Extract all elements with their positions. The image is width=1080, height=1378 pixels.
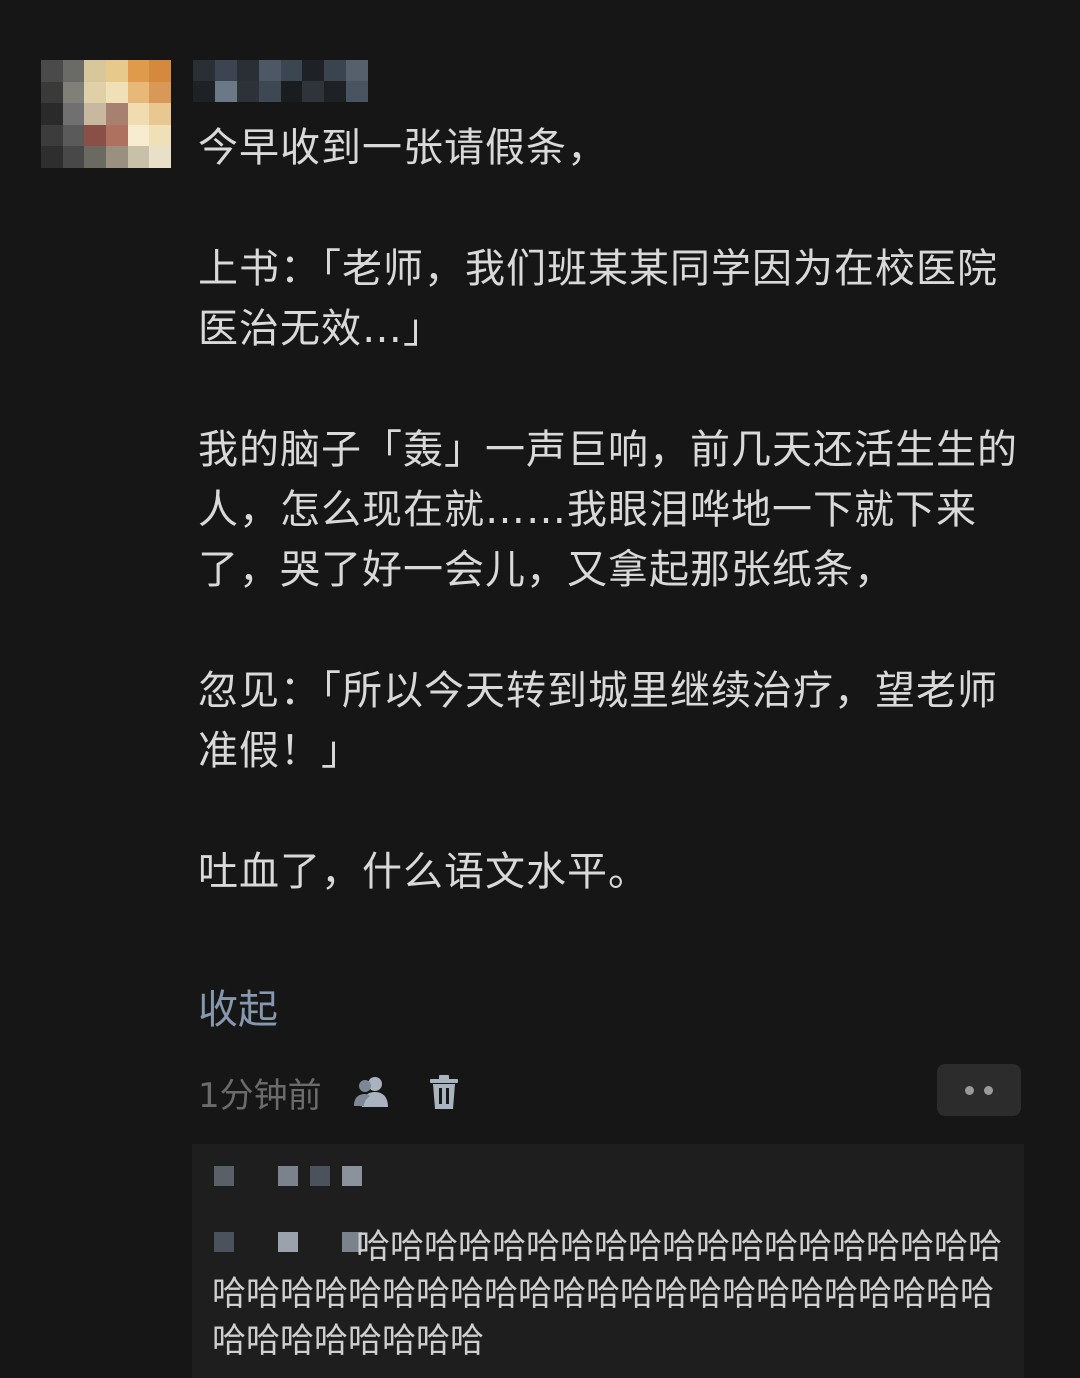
more-options-icon[interactable] xyxy=(937,1064,1021,1116)
username-pixel xyxy=(280,81,303,102)
avatar-pixel xyxy=(149,103,171,125)
timestamp: 1分钟前 xyxy=(198,1075,322,1116)
avatar-pixel xyxy=(62,81,85,104)
avatar-pixel xyxy=(84,146,106,168)
username-pixel xyxy=(236,60,259,81)
avatar-pixel xyxy=(105,103,128,125)
avatar-pixel xyxy=(127,60,150,82)
avatar-pixel xyxy=(105,81,128,104)
avatar-pixel xyxy=(62,103,85,125)
avatar-pixel xyxy=(84,124,106,147)
name-pixel xyxy=(310,1166,330,1186)
avatar-pixel xyxy=(105,60,128,82)
avatar-pixel xyxy=(62,124,85,147)
username-pixel xyxy=(324,81,347,102)
comment-author-name[interactable] xyxy=(214,1166,362,1186)
avatar-pixel xyxy=(127,103,150,125)
avatar[interactable] xyxy=(41,60,171,168)
dot xyxy=(965,1085,974,1095)
avatar-pixel xyxy=(41,124,63,147)
avatar-pixel xyxy=(105,146,128,168)
avatar-pixel xyxy=(127,124,150,147)
post-paragraph: 今早收到一张请假条， xyxy=(198,125,608,171)
username-pixel xyxy=(214,60,237,81)
username-pixel xyxy=(193,60,215,81)
avatar-pixel xyxy=(149,60,171,82)
avatar-pixel xyxy=(62,60,85,82)
avatar-pixel xyxy=(41,60,63,82)
avatar-pixel xyxy=(149,124,171,147)
comment-text: 哈哈哈哈哈哈哈哈哈哈哈哈哈哈哈哈哈哈哈哈哈哈哈哈哈哈哈哈哈哈哈哈哈哈哈哈哈哈哈哈… xyxy=(212,1227,1002,1361)
post-paragraph: 吐血了，什么语文水平。 xyxy=(198,849,649,895)
post-paragraph: 我的脑子「轰」一声巨响，前几天还活生生的人，怎么现在就……我眼泪哗地一下就下来了… xyxy=(198,427,1018,593)
username[interactable] xyxy=(193,60,368,102)
avatar-pixel xyxy=(84,60,106,82)
avatar-pixel xyxy=(127,146,150,168)
post-paragraph: 上书：「老师，我们班某某同学因为在校医院医治无效…」 xyxy=(198,246,998,352)
username-pixel xyxy=(302,60,325,81)
avatar-pixel xyxy=(62,146,85,168)
trash-icon[interactable] xyxy=(422,1070,466,1114)
avatar-pixel xyxy=(41,81,63,104)
username-pixel xyxy=(193,81,215,102)
friends-visibility-icon[interactable] xyxy=(350,1070,394,1114)
username-pixel xyxy=(214,81,237,102)
avatar-pixel xyxy=(127,81,150,104)
avatar-pixel xyxy=(84,103,106,125)
name-pixel xyxy=(214,1166,234,1186)
username-pixel xyxy=(302,81,325,102)
collapse-link[interactable]: 收起 xyxy=(198,982,278,1038)
dot xyxy=(984,1085,993,1095)
avatar-pixel xyxy=(105,124,128,147)
username-pixel xyxy=(324,60,347,81)
username-pixel xyxy=(236,81,259,102)
avatar-pixel xyxy=(41,103,63,125)
post-paragraph: 忽见：「所以今天转到城里继续治疗，望老师准假！」 xyxy=(198,668,998,774)
username-pixel xyxy=(346,60,368,81)
username-pixel xyxy=(280,60,303,81)
comment-section: 哈哈哈哈哈哈哈哈哈哈哈哈哈哈哈哈哈哈哈哈哈哈哈哈哈哈哈哈哈哈哈哈哈哈哈哈哈哈哈哈… xyxy=(192,1144,1024,1378)
username-pixel xyxy=(258,60,281,81)
post-meta: 1分钟前 xyxy=(198,1066,466,1118)
avatar-pixel xyxy=(84,81,106,104)
username-pixel xyxy=(258,81,281,102)
username-pixel xyxy=(346,81,368,102)
avatar-pixel xyxy=(149,81,171,104)
name-pixel xyxy=(246,1166,266,1186)
avatar-pixel xyxy=(149,146,171,168)
name-pixel xyxy=(278,1166,298,1186)
name-pixel xyxy=(342,1166,362,1186)
post-body: 今早收到一张请假条， 上书：「老师，我们班某某同学因为在校医院医治无效…」 我的… xyxy=(198,118,1028,902)
avatar-pixel xyxy=(41,146,63,168)
